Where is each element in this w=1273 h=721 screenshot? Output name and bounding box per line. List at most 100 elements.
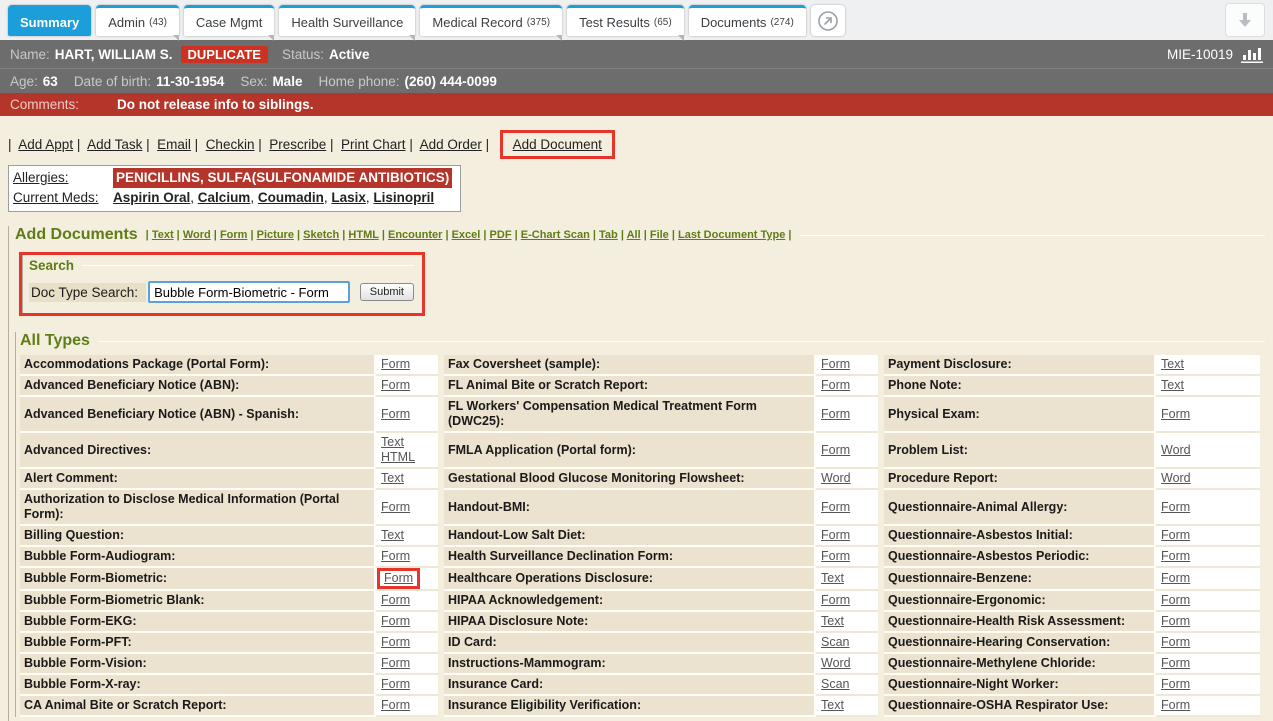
doc-link-billing-question-text[interactable]: Text — [381, 528, 404, 543]
tab-summary[interactable]: Summary — [8, 5, 91, 36]
doc-type-label-questionnaire-ergonomic: Questionnaire-Ergonomic: — [884, 591, 1156, 612]
doc-link-advanced-beneficiary-notice-abn-form[interactable]: Form — [381, 378, 410, 393]
format-link-text[interactable]: Text — [152, 229, 174, 241]
doc-type-row: Advanced Beneficiary Notice (ABN) - Span… — [20, 397, 1260, 433]
action-link-add-order[interactable]: Add Order — [420, 137, 482, 152]
format-link-e-chart-scan[interactable]: E-Chart Scan — [521, 229, 590, 241]
doc-link-advanced-directives-html[interactable]: HTML — [381, 450, 433, 465]
med-link-calcium[interactable]: Calcium — [198, 190, 251, 205]
format-link-excel[interactable]: Excel — [452, 229, 481, 241]
format-link-file[interactable]: File — [650, 229, 669, 241]
format-link-all[interactable]: All — [627, 229, 641, 241]
duplicate-badge[interactable]: DUPLICATE — [181, 46, 268, 63]
format-link-html[interactable]: HTML — [348, 229, 378, 241]
doc-link-handout-low-salt-diet-form[interactable]: Form — [821, 528, 850, 543]
doc-link-questionnaire-osha-respirator-use-form[interactable]: Form — [1161, 698, 1190, 713]
doc-link-bubble-form-biometric-blank-form[interactable]: Form — [381, 593, 410, 608]
doc-link-bubble-form-vision-form[interactable]: Form — [381, 656, 410, 671]
current-meds-link[interactable]: Current Meds: — [13, 190, 99, 205]
doc-link-alert-comment-text[interactable]: Text — [381, 471, 404, 486]
tab-case-mgmt[interactable]: Case Mgmt — [184, 5, 274, 36]
doc-link-fmla-application-portal-form-form[interactable]: Form — [821, 443, 850, 458]
doc-link-questionnaire-hearing-conservation-form[interactable]: Form — [1161, 635, 1190, 650]
format-link-picture[interactable]: Picture — [257, 229, 294, 241]
doc-type-link-cell: Text — [816, 568, 878, 591]
doc-link-questionnaire-ergonomic-form[interactable]: Form — [1161, 593, 1190, 608]
doc-link-id-card-scan[interactable]: Scan — [821, 635, 850, 650]
doc-link-questionnaire-night-worker-form[interactable]: Form — [1161, 677, 1190, 692]
all-types-table: Accommodations Package (Portal Form):For… — [20, 355, 1260, 717]
doc-link-authorization-to-disclose-medical-information-portal-form-form[interactable]: Form — [381, 500, 410, 515]
doc-type-label-advanced-directives: Advanced Directives: — [20, 433, 376, 469]
doc-type-row: Bubble Form-Vision:FormInstructions-Mamm… — [20, 654, 1260, 675]
doc-link-advanced-directives-text[interactable]: Text — [381, 435, 404, 450]
action-link-print-chart[interactable]: Print Chart — [341, 137, 406, 152]
flowsheet-chart-icon[interactable] — [1241, 46, 1263, 63]
tab-health-surveillance[interactable]: Health Surveillance — [279, 5, 415, 36]
doc-link-hipaa-disclosure-note-text[interactable]: Text — [821, 614, 844, 629]
doc-link-phone-note-text[interactable]: Text — [1161, 378, 1184, 393]
tab-test-results[interactable]: Test Results(65) — [567, 5, 684, 36]
doc-link-advanced-beneficiary-notice-abn-spanish-form[interactable]: Form — [381, 407, 410, 422]
format-link-pdf[interactable]: PDF — [490, 229, 512, 241]
doc-link-questionnaire-asbestos-initial-form[interactable]: Form — [1161, 528, 1190, 543]
doc-link-procedure-report-word[interactable]: Word — [1161, 471, 1191, 486]
doc-link-fax-coversheet-sample-form[interactable]: Form — [821, 357, 850, 372]
action-link-prescribe[interactable]: Prescribe — [269, 137, 326, 152]
format-link-last-document-type[interactable]: Last Document Type — [678, 229, 785, 241]
doc-link-fl-workers-compensation-medical-treatment-form-dwc25-form[interactable]: Form — [821, 407, 850, 422]
med-link-lasix[interactable]: Lasix — [331, 190, 366, 205]
doc-link-questionnaire-methylene-chloride-form[interactable]: Form — [1161, 656, 1190, 671]
doc-link-insurance-card-scan[interactable]: Scan — [821, 677, 850, 692]
doc-link-fl-animal-bite-or-scratch-report-form[interactable]: Form — [821, 378, 850, 393]
doc-link-bubble-form-pft-form[interactable]: Form — [381, 635, 410, 650]
doc-link-healthcare-operations-disclosure-text[interactable]: Text — [821, 571, 844, 586]
doc-link-ca-animal-bite-or-scratch-report-form[interactable]: Form — [381, 698, 410, 713]
submit-button[interactable]: Submit — [360, 283, 414, 301]
tab-medical-record[interactable]: Medical Record(375) — [420, 5, 562, 36]
med-link-coumadin[interactable]: Coumadin — [258, 190, 324, 205]
collapse-header-button[interactable] — [1225, 3, 1265, 37]
name-label: Name: — [10, 47, 50, 62]
allergies-link[interactable]: Allergies: — [13, 170, 69, 185]
doc-link-handout-bmi-form[interactable]: Form — [821, 500, 850, 515]
med-link-aspirin-oral[interactable]: Aspirin Oral — [113, 190, 190, 205]
doc-link-questionnaire-health-risk-assessment-form[interactable]: Form — [1161, 614, 1190, 629]
doc-link-bubble-form-ekg-form[interactable]: Form — [381, 614, 410, 629]
action-link-add-task[interactable]: Add Task — [87, 137, 142, 152]
doc-link-bubble-form-biometric-form[interactable]: Form — [377, 568, 420, 589]
doc-type-label-hipaa-acknowledgement: HIPAA Acknowledgement: — [444, 591, 816, 612]
doc-link-accommodations-package-portal-form-form[interactable]: Form — [381, 357, 410, 372]
format-link-tab[interactable]: Tab — [599, 229, 618, 241]
format-link-sketch[interactable]: Sketch — [303, 229, 339, 241]
doc-type-link-cell: Form — [816, 376, 878, 397]
doc-link-insurance-eligibility-verification-text[interactable]: Text — [821, 698, 844, 713]
doc-type-search-input[interactable] — [148, 281, 350, 303]
format-link-encounter[interactable]: Encounter — [388, 229, 442, 241]
popout-button[interactable] — [811, 5, 845, 36]
action-link-add-appt[interactable]: Add Appt — [18, 137, 73, 152]
action-link-email[interactable]: Email — [157, 137, 191, 152]
doc-link-instructions-mammogram-word[interactable]: Word — [821, 656, 851, 671]
doc-link-physical-exam-form[interactable]: Form — [1161, 407, 1190, 422]
doc-link-payment-disclosure-text[interactable]: Text — [1161, 357, 1184, 372]
tab-admin[interactable]: Admin(43) — [96, 5, 179, 36]
action-link-add-document[interactable]: Add Document — [513, 137, 602, 152]
doc-link-hipaa-acknowledgement-form[interactable]: Form — [821, 593, 850, 608]
doc-link-questionnaire-benzene-form[interactable]: Form — [1161, 571, 1190, 586]
doc-link-problem-list-word[interactable]: Word — [1161, 443, 1191, 458]
tab-documents[interactable]: Documents(274) — [689, 5, 806, 36]
doc-link-gestational-blood-glucose-monitoring-flowsheet-word[interactable]: Word — [821, 471, 851, 486]
tab-label: Documents — [701, 15, 767, 30]
format-link-word[interactable]: Word — [183, 229, 211, 241]
doc-link-questionnaire-asbestos-periodic-form[interactable]: Form — [1161, 549, 1190, 564]
doc-link-questionnaire-animal-allergy-form[interactable]: Form — [1161, 500, 1190, 515]
doc-link-bubble-form-x-ray-form[interactable]: Form — [381, 677, 410, 692]
med-link-lisinopril[interactable]: Lisinopril — [373, 190, 434, 205]
doc-link-bubble-form-audiogram-form[interactable]: Form — [381, 549, 410, 564]
format-link-form[interactable]: Form — [220, 229, 248, 241]
doc-link-health-surveillance-declination-form-form[interactable]: Form — [821, 549, 850, 564]
action-link-checkin[interactable]: Checkin — [206, 137, 255, 152]
allergies-value[interactable]: PENICILLINS, SULFA(SULFONAMIDE ANTIBIOTI… — [113, 168, 452, 188]
doc-type-link-cell: Form — [816, 526, 878, 547]
